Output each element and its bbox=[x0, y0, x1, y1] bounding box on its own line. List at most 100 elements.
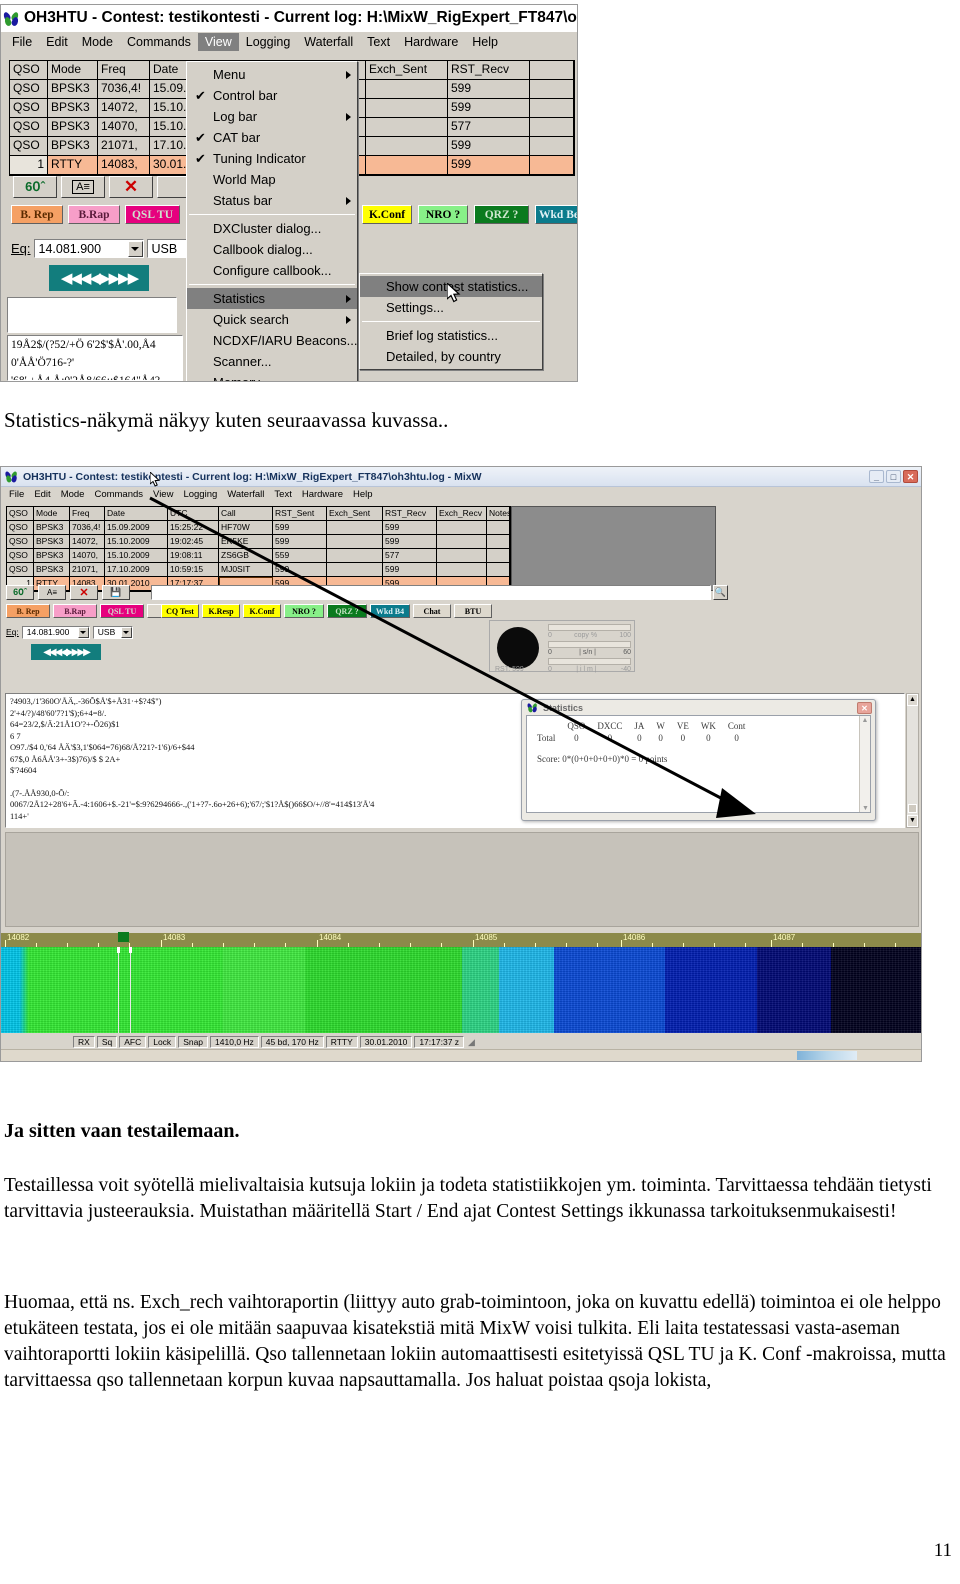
tuning-indicator-panel[interactable]: 0 copy % 100 0 | s/n | 60 0 | i l m | -4… bbox=[489, 620, 635, 673]
view-menu-dropdown[interactable]: Menu ✔ Control bar Log bar ✔ CAT bar ✔ T… bbox=[186, 61, 358, 381]
menu-item-callbook-dialog[interactable]: Callbook dialog... bbox=[187, 239, 357, 260]
menu-item-brief-log-statistics[interactable]: Brief log statistics... bbox=[360, 325, 542, 346]
macro-wkd-b4[interactable]: Wkd Be bbox=[535, 205, 577, 224]
macro-bar-2-right[interactable]: CQ Test K.Resp K.Conf NRO ? QRZ ? Wkd B4… bbox=[161, 604, 492, 618]
menu-item-configure-callbook[interactable]: Configure callbook... bbox=[187, 260, 357, 281]
callsign-icon[interactable]: A≡ bbox=[38, 585, 66, 600]
menu-file[interactable]: File bbox=[4, 489, 29, 500]
rx-text-panel-1[interactable]: 19Å2$/(?52/+Ö 6'2$'$Å'.00,Å4 0'ÅÅ'Ö716-?… bbox=[7, 335, 183, 381]
close-icon[interactable]: ✕ bbox=[903, 470, 918, 483]
menu-text[interactable]: Text bbox=[360, 33, 397, 51]
menu-item-scanner[interactable]: Scanner... bbox=[187, 351, 357, 372]
menu-help[interactable]: Help bbox=[348, 489, 378, 500]
toolbar-2[interactable]: 6𝟢ˆ A≡ ✕ 💾 bbox=[6, 585, 130, 600]
mode-combo[interactable]: USB bbox=[92, 625, 133, 639]
waterfall-frequency-ruler[interactable]: 14082 14083 14084 14085 14086 14087 bbox=[1, 932, 921, 947]
macro-btu[interactable]: BTU bbox=[454, 604, 492, 618]
macro-cq-test[interactable]: CQ Test bbox=[161, 604, 199, 618]
macro-bar-1-right[interactable]: K.Conf NRO ? QRZ ? Wkd Be bbox=[362, 205, 577, 224]
statistics-scrollbar[interactable]: ▲ ▼ bbox=[859, 716, 870, 812]
menu-item-detailed-by-country[interactable]: Detailed, by country bbox=[360, 346, 542, 367]
status-afc[interactable]: AFC bbox=[119, 1036, 147, 1048]
status-bar[interactable]: RX Sq AFC Lock Snap 1410,0 Hz 45 bd, 170… bbox=[1, 1035, 921, 1049]
chevron-down-icon[interactable] bbox=[77, 626, 89, 638]
menu-bar-2[interactable]: File Edit Mode Commands View Logging Wat… bbox=[1, 487, 921, 502]
maximize-icon[interactable]: □ bbox=[886, 470, 901, 483]
menu-item-statistics[interactable]: Statistics bbox=[187, 288, 357, 309]
entry-field[interactable] bbox=[151, 585, 711, 600]
save-icon[interactable]: 💾 bbox=[102, 585, 130, 600]
menu-mode[interactable]: Mode bbox=[75, 33, 120, 51]
menu-commands[interactable]: Commands bbox=[120, 33, 198, 51]
macro-qrz[interactable]: QRZ ? bbox=[474, 205, 529, 224]
scroll-up-button[interactable]: ▲ bbox=[860, 716, 870, 724]
table-row[interactable]: QSO BPSK3 21071, 17.10.2009 10:59:15 MJ0… bbox=[7, 563, 510, 577]
menu-help[interactable]: Help bbox=[465, 33, 505, 51]
macro-wkd-b4[interactable]: Wkd B4 bbox=[370, 604, 410, 618]
minimize-icon[interactable]: _ bbox=[869, 470, 884, 483]
callsign-icon[interactable]: A≡ bbox=[61, 176, 105, 198]
macro-b-rep[interactable]: B. Rep bbox=[6, 604, 50, 618]
menu-edit[interactable]: Edit bbox=[29, 489, 55, 500]
menu-item-quick-search[interactable]: Quick search bbox=[187, 309, 357, 330]
scroll-thumb[interactable] bbox=[908, 804, 917, 813]
cat-bar-2[interactable]: Eq: 14.081.900 USB bbox=[6, 623, 136, 641]
scroll-down-button[interactable]: ▼ bbox=[860, 804, 871, 812]
log-grid-2[interactable]: QSO Mode Freq Date UTC Call RST_Sent Exc… bbox=[6, 506, 511, 592]
menu-hardware[interactable]: Hardware bbox=[297, 489, 348, 500]
menu-bar-1[interactable]: File Edit Mode Commands View Logging Wat… bbox=[1, 31, 577, 51]
scroll-down-button[interactable]: ▼ bbox=[907, 815, 918, 827]
macro-b-rap[interactable]: B.Rap bbox=[68, 205, 120, 224]
chevron-down-icon[interactable] bbox=[120, 626, 132, 638]
resize-grip-icon[interactable]: ◢ bbox=[468, 1037, 475, 1048]
status-snap[interactable]: Snap bbox=[178, 1036, 209, 1048]
tuning-arrows-indicator[interactable]: ◀◀◀◀▶▶▶▶ bbox=[49, 265, 149, 291]
search-icon[interactable]: 🔍 bbox=[713, 585, 728, 600]
macro-k-resp[interactable]: K.Resp bbox=[202, 604, 240, 618]
macro-k-conf[interactable]: K.Conf bbox=[362, 205, 412, 224]
freq-combo[interactable]: 14.081.900 bbox=[33, 239, 144, 258]
status-lock[interactable]: Lock bbox=[148, 1036, 177, 1048]
menu-file[interactable]: File bbox=[5, 33, 39, 51]
delete-icon[interactable]: ✕ bbox=[70, 585, 98, 600]
menu-logging[interactable]: Logging bbox=[178, 489, 222, 500]
menu-item-menu[interactable]: Menu bbox=[187, 64, 357, 85]
glasses-icon[interactable]: 6𝟢ˆ bbox=[13, 176, 57, 198]
macro-chat[interactable]: Chat bbox=[413, 604, 451, 618]
table-row[interactable]: QSO BPSK3 7036,4! 15.09.2009 15:25:22 HF… bbox=[7, 521, 510, 535]
macro-qsl-tu[interactable]: QSL TU bbox=[100, 604, 144, 618]
menu-item-cat-bar[interactable]: ✔ CAT bar bbox=[187, 127, 357, 148]
macro-qrz[interactable]: QRZ ? bbox=[327, 604, 367, 618]
menu-hardware[interactable]: Hardware bbox=[397, 33, 465, 51]
menu-item-memory[interactable]: Memory... bbox=[187, 372, 357, 381]
menu-logging[interactable]: Logging bbox=[239, 33, 298, 51]
menu-item-control-bar[interactable]: ✔ Control bar bbox=[187, 85, 357, 106]
glasses-icon[interactable]: 6𝟢ˆ bbox=[6, 585, 34, 600]
statistics-dialog[interactable]: Statistics ✕ QSO DXCC JA W VE WK Cont To… bbox=[521, 699, 876, 821]
status-sq[interactable]: Sq bbox=[96, 1036, 118, 1048]
macro-b-rap[interactable]: B.Rap bbox=[53, 604, 97, 618]
menu-edit[interactable]: Edit bbox=[39, 33, 75, 51]
menu-commands[interactable]: Commands bbox=[89, 489, 148, 500]
scroll-up-button[interactable]: ▲ bbox=[907, 694, 918, 706]
delete-icon[interactable]: ✕ bbox=[109, 176, 153, 198]
macro-qsl-tu[interactable]: QSL TU bbox=[125, 205, 180, 224]
table-row[interactable]: QSO BPSK3 14072, 15.10.2009 19:02:45 EK5… bbox=[7, 535, 510, 549]
menu-waterfall[interactable]: Waterfall bbox=[222, 489, 269, 500]
window-controls[interactable]: _ □ ✕ bbox=[869, 470, 921, 483]
menu-view[interactable]: View bbox=[197, 32, 239, 51]
menu-item-ncdxf-iaru-beacons[interactable]: NCDXF/IARU Beacons... bbox=[187, 330, 358, 351]
tuning-arrows-indicator[interactable]: ◀◀◀◀▶▶▶▶ bbox=[31, 644, 101, 660]
table-row[interactable]: QSO BPSK3 14070, 15.10.2009 19:08:11 ZS6… bbox=[7, 549, 510, 563]
menu-item-world-map[interactable]: World Map bbox=[187, 169, 357, 190]
menu-mode[interactable]: Mode bbox=[56, 489, 90, 500]
macro-b-rep[interactable]: B. Rep bbox=[11, 205, 63, 224]
scrollbar-vertical[interactable]: ▲ ▼ bbox=[906, 693, 919, 828]
rx-frequency-marker[interactable] bbox=[118, 932, 129, 942]
input-panel-1[interactable] bbox=[7, 297, 177, 333]
menu-text[interactable]: Text bbox=[269, 489, 296, 500]
menu-view[interactable]: View bbox=[148, 489, 178, 500]
waterfall-display[interactable] bbox=[1, 947, 921, 1033]
macro-k-conf[interactable]: K.Conf bbox=[243, 604, 281, 618]
macro-nro[interactable]: NRO ? bbox=[418, 205, 468, 224]
